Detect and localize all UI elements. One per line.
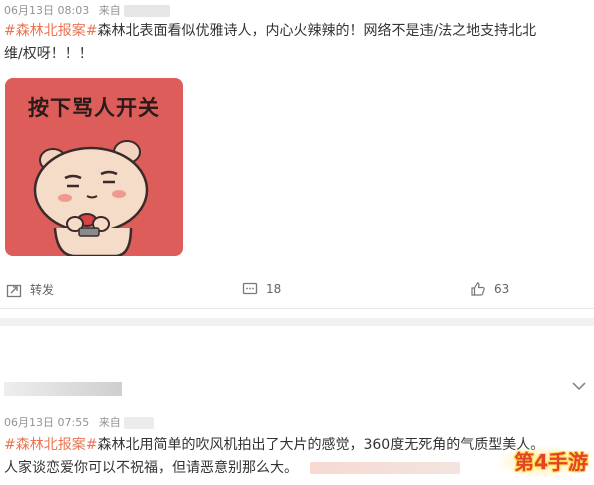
post1-text: #森林北报案#森林北表面看似优雅诗人，内心火辣辣的！网络不是违/法之地支持北北 …: [4, 20, 590, 66]
comment-icon: [242, 282, 258, 295]
post2-source-redacted: [124, 417, 155, 429]
like-button[interactable]: 63: [470, 281, 509, 297]
post-separator: [0, 318, 594, 326]
post1-text-line2: 维/权呀！！！: [4, 46, 93, 62]
watermark-logo: 第4手游: [514, 450, 588, 474]
post2-username-redacted: [4, 382, 122, 396]
thumbs-up-icon: [471, 282, 485, 296]
chevron-down-icon: [572, 382, 586, 391]
repost-icon: [6, 284, 22, 297]
post1-hashtag[interactable]: #森林北报案#: [4, 23, 97, 39]
post1-meta: 06月13日 08:03 来自: [4, 2, 171, 18]
post2-hashtag[interactable]: #森林北报案#: [4, 437, 97, 453]
post2-text-line2: 人家谈恋爱你可以不祝福，但请恶意别那么大。: [4, 460, 298, 476]
bear-illustration: [33, 140, 149, 256]
post2-timestamp: 06月13日 07:55: [4, 416, 90, 429]
post1-timestamp: 06月13日 08:03: [4, 4, 90, 17]
post2-redacted-text: [310, 462, 461, 474]
post1-source-redacted: [124, 5, 171, 17]
post2-meta: 06月13日 07:55 来自: [4, 414, 155, 430]
comment-count: 18: [266, 282, 282, 296]
divider-line: [0, 308, 594, 309]
post1-source-prefix: 来自: [98, 4, 121, 17]
post2-text-line1: 森林北用简单的吹风机拍出了大片的感觉，360度无死角的气质型美人。: [97, 437, 545, 453]
repost-label: 转发: [30, 283, 55, 297]
comment-button[interactable]: 18: [242, 281, 281, 297]
post2-expand-chevron[interactable]: [572, 376, 586, 395]
post1-sticker-image[interactable]: 按下骂人开关: [5, 78, 183, 256]
post1-text-line1: 森林北表面看似优雅诗人，内心火辣辣的！网络不是违/法之地支持北北: [97, 23, 537, 39]
like-count: 63: [494, 282, 510, 296]
repost-button[interactable]: 转发: [6, 281, 54, 298]
post2-source-prefix: 来自: [98, 416, 121, 429]
